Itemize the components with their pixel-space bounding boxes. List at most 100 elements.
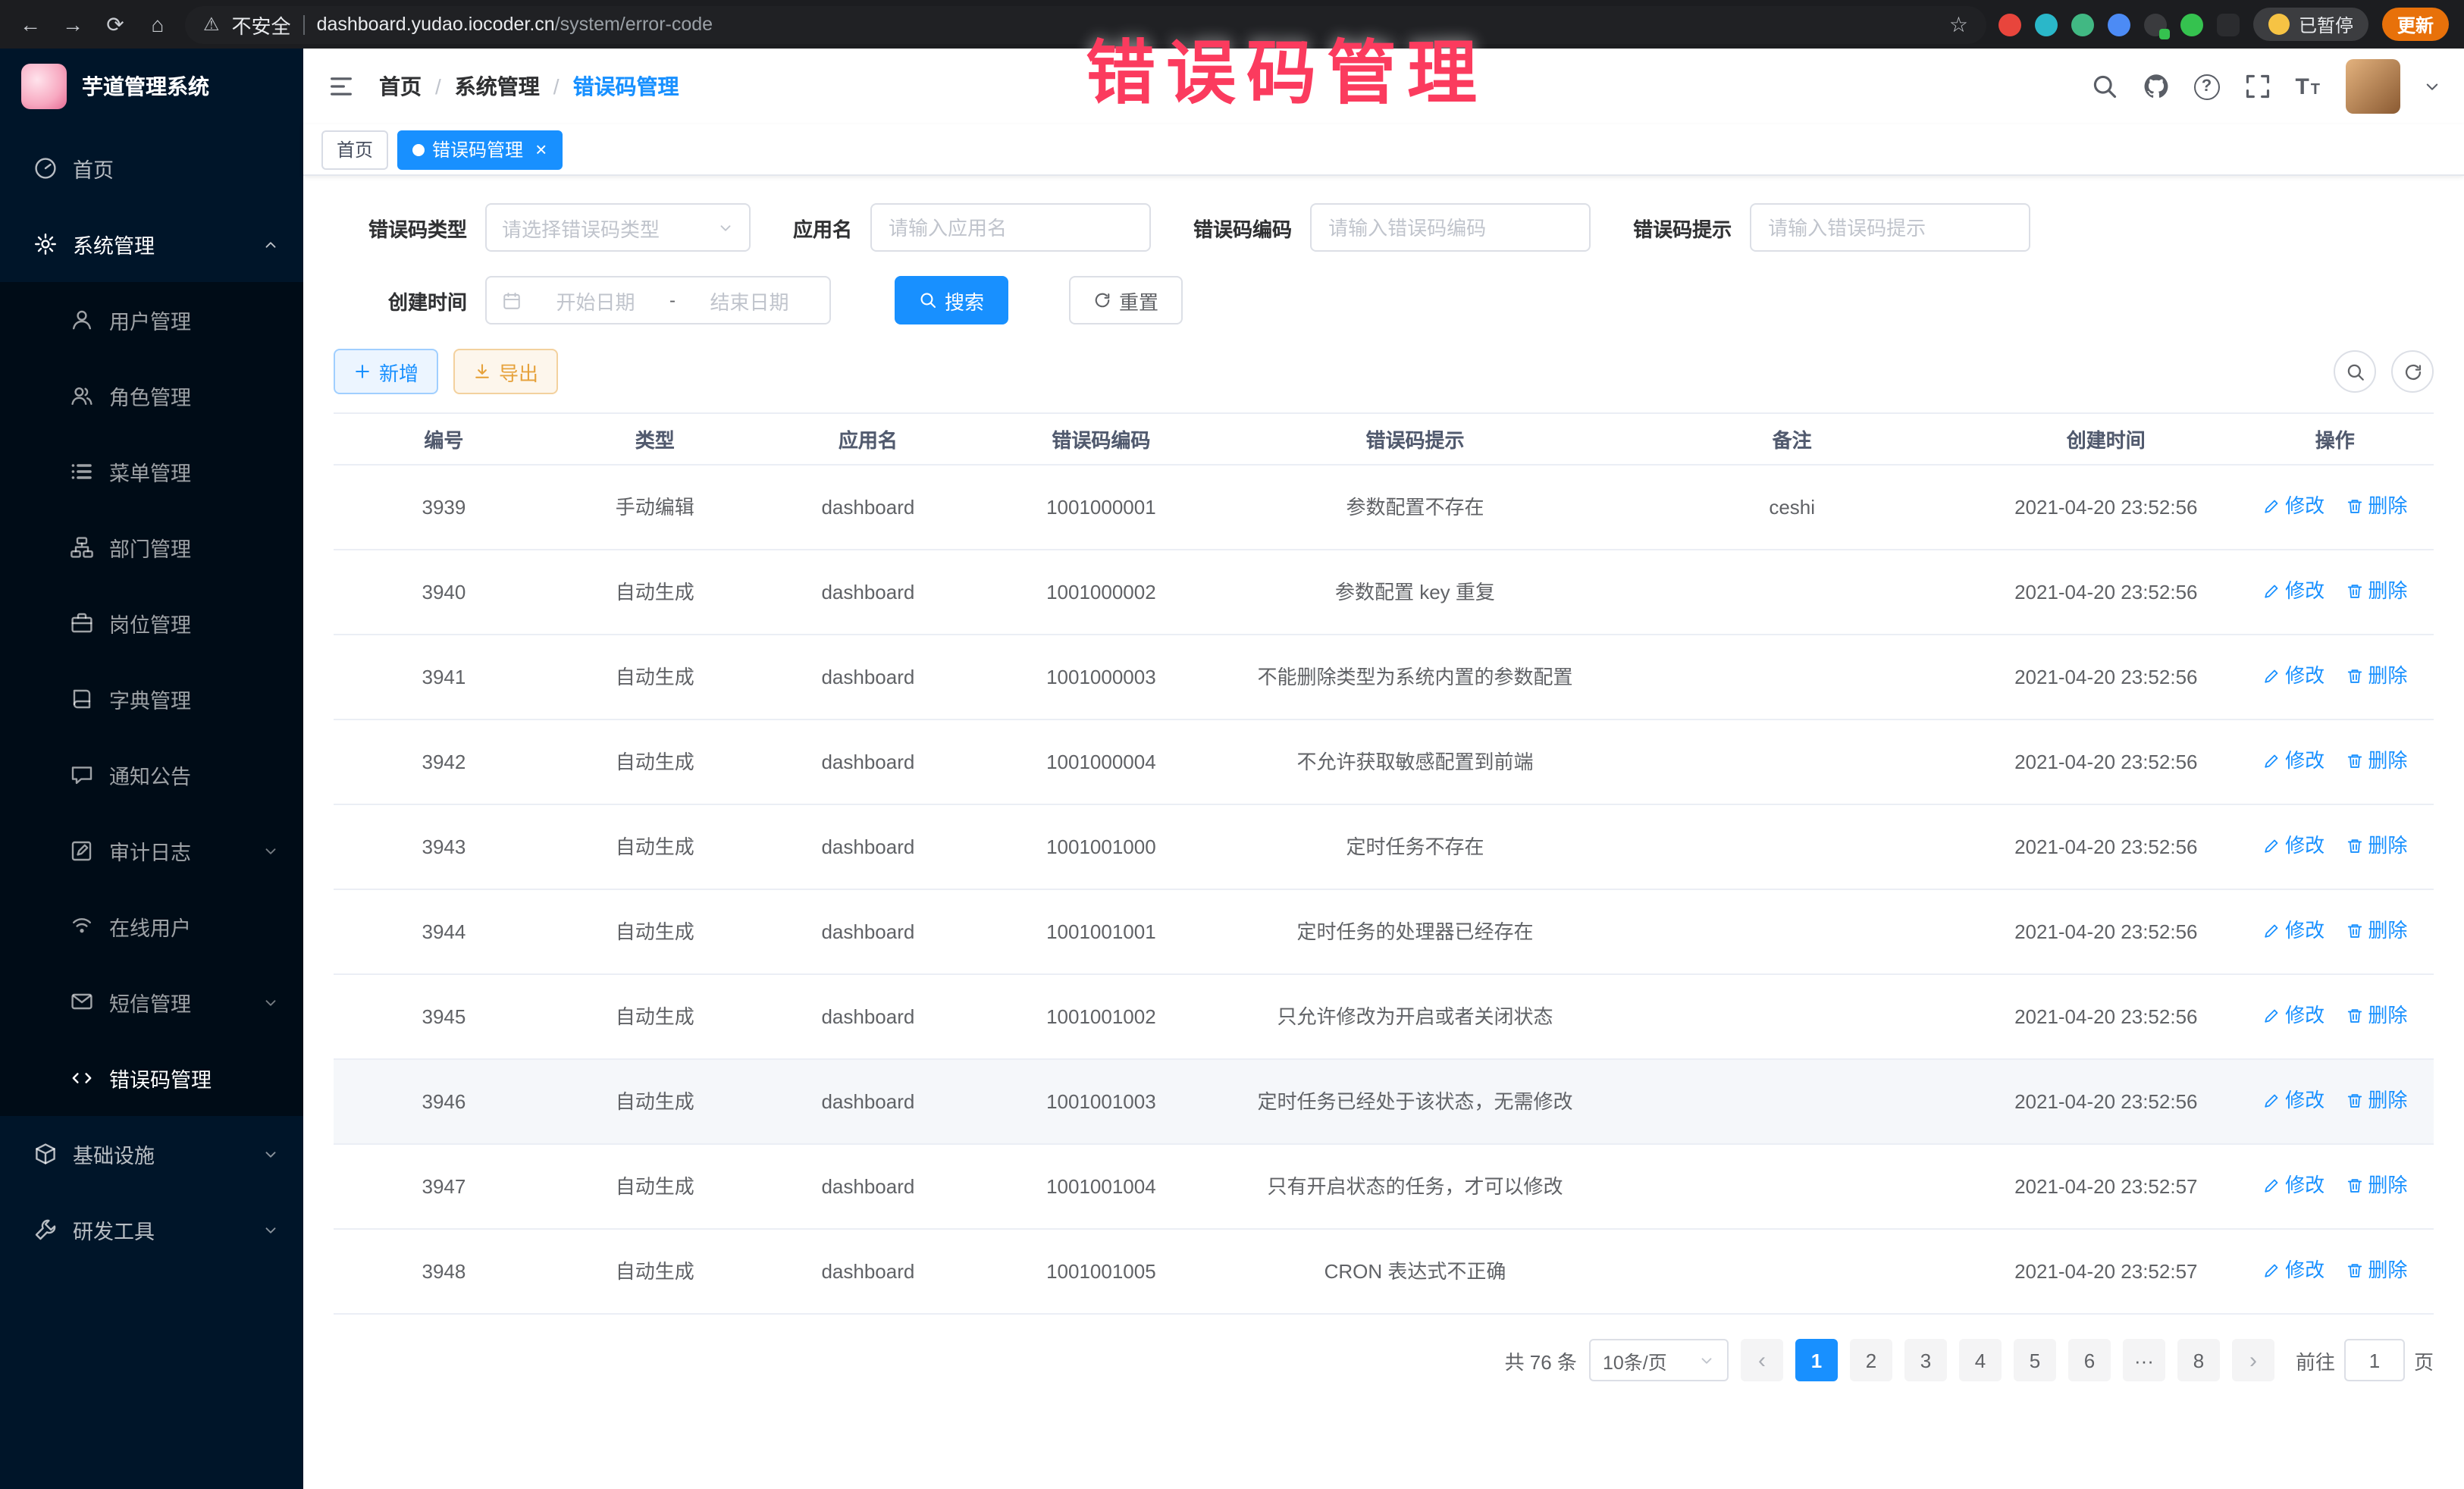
edit-link[interactable]: 修改	[2262, 1255, 2324, 1285]
tab-error-code[interactable]: 错误码管理×	[397, 130, 562, 169]
page-button-4[interactable]: 4	[1959, 1339, 2002, 1381]
reload-icon[interactable]: ⟳	[100, 11, 130, 37]
page-button-2[interactable]: 2	[1850, 1339, 1892, 1381]
delete-link[interactable]: 删除	[2345, 491, 2407, 521]
delete-link[interactable]: 删除	[2345, 1255, 2407, 1285]
chevron-up-icon	[262, 236, 279, 252]
more-pages-button[interactable]: ···	[2123, 1339, 2165, 1381]
sidebar-item-menus[interactable]: 菜单管理	[0, 434, 303, 509]
extension-icon[interactable]	[2108, 13, 2130, 36]
edit-link[interactable]: 修改	[2262, 1086, 2324, 1115]
update-button[interactable]: 更新	[2382, 8, 2449, 41]
edit-link[interactable]: 修改	[2262, 831, 2324, 860]
page-button-6[interactable]: 6	[2068, 1339, 2111, 1381]
export-button[interactable]: 导出	[453, 349, 558, 394]
extension-icon[interactable]	[2035, 13, 2058, 36]
extension-icon[interactable]	[2071, 13, 2094, 36]
sidebar-item-users[interactable]: 用户管理	[0, 282, 303, 358]
extension-icon[interactable]	[1998, 13, 2021, 36]
delete-link[interactable]: 删除	[2345, 661, 2407, 691]
page-button-1[interactable]: 1	[1795, 1339, 1838, 1381]
error-code-input[interactable]	[1310, 203, 1591, 252]
cell-time: 2021-04-20 23:52:56	[1976, 578, 2236, 607]
forward-icon[interactable]: →	[58, 12, 88, 36]
github-icon[interactable]	[2142, 73, 2169, 100]
sidebar-item-system-mgmt[interactable]: 系统管理	[0, 206, 303, 282]
sidebar-item-posts[interactable]: 岗位管理	[0, 585, 303, 661]
delete-link[interactable]: 删除	[2345, 831, 2407, 860]
extension-icon[interactable]	[2180, 13, 2203, 36]
cell-code: 1001001002	[980, 1002, 1222, 1032]
bookmark-star-icon[interactable]: ☆	[1949, 11, 1968, 37]
sidebar-item-departments[interactable]: 部门管理	[0, 509, 303, 585]
delete-link[interactable]: 删除	[2345, 1171, 2407, 1200]
delete-link[interactable]: 删除	[2345, 1086, 2407, 1115]
sidebar-item-error-code-mgmt[interactable]: 错误码管理	[0, 1040, 303, 1116]
edit-link[interactable]: 修改	[2262, 746, 2324, 776]
breadcrumb-section[interactable]: 系统管理	[455, 71, 540, 102]
breadcrumb-home[interactable]: 首页	[379, 71, 422, 102]
app-logo[interactable]: 芋道管理系统	[0, 49, 303, 124]
collapse-sidebar-icon[interactable]	[328, 73, 355, 100]
search-button[interactable]: 搜索	[895, 276, 1008, 324]
edit-link[interactable]: 修改	[2262, 576, 2324, 606]
sidebar-item-online-users[interactable]: 在线用户	[0, 889, 303, 964]
sidebar-item-sms-mgmt[interactable]: 短信管理	[0, 964, 303, 1040]
page-size-select[interactable]: 10条/页	[1589, 1339, 1729, 1381]
sidebar-item-home[interactable]: 首页	[0, 130, 303, 206]
url-text: dashboard.yudao.iocoder.cn/system/error-…	[317, 14, 713, 35]
sidebar-item-audit-log[interactable]: 审计日志	[0, 813, 303, 889]
next-page-button[interactable]: ›	[2232, 1339, 2274, 1381]
back-icon[interactable]: ←	[15, 12, 45, 36]
page-button-8[interactable]: 8	[2177, 1339, 2220, 1381]
edit-link[interactable]: 修改	[2262, 1171, 2324, 1200]
delete-link[interactable]: 删除	[2345, 576, 2407, 606]
cell-type: 自动生成	[554, 748, 756, 777]
edit-link[interactable]: 修改	[2262, 661, 2324, 691]
error-hint-input[interactable]	[1750, 203, 2030, 252]
edit-link[interactable]: 修改	[2262, 1001, 2324, 1030]
caret-down-icon[interactable]	[2425, 79, 2440, 94]
users-icon	[70, 384, 94, 408]
font-size-icon[interactable]: TT	[2295, 74, 2321, 99]
profile-paused-pill[interactable]: 已暂停	[2253, 8, 2368, 41]
trash-icon	[2345, 836, 2363, 854]
cube-icon	[33, 1142, 58, 1166]
delete-link[interactable]: 删除	[2345, 916, 2407, 945]
delete-link[interactable]: 删除	[2345, 1001, 2407, 1030]
tab-home[interactable]: 首页	[321, 130, 388, 169]
add-button[interactable]: 新增	[334, 349, 438, 394]
goto-prefix: 前往	[2296, 1346, 2335, 1375]
page-button-5[interactable]: 5	[2014, 1339, 2056, 1381]
extension-icon[interactable]	[2217, 13, 2240, 36]
cell-hint: 定时任务不存在	[1222, 832, 1609, 862]
cell-hint: 定时任务已经处于该状态，无需修改	[1222, 1087, 1609, 1117]
page-button-3[interactable]: 3	[1904, 1339, 1947, 1381]
reset-button[interactable]: 重置	[1069, 276, 1183, 324]
sidebar-item-dev-tools[interactable]: 研发工具	[0, 1192, 303, 1268]
search-icon[interactable]	[2090, 73, 2118, 100]
prev-page-button[interactable]: ‹	[1741, 1339, 1783, 1381]
sidebar-item-notices[interactable]: 通知公告	[0, 737, 303, 813]
date-range-picker[interactable]: 开始日期 - 结束日期	[485, 276, 831, 324]
sidebar-item-dictionary[interactable]: 字典管理	[0, 661, 303, 737]
sidebar-item-roles[interactable]: 角色管理	[0, 358, 303, 434]
app-name-input[interactable]	[870, 203, 1151, 252]
toggle-search-button[interactable]	[2334, 350, 2376, 393]
calendar-icon	[502, 290, 522, 310]
fullscreen-icon[interactable]	[2243, 73, 2271, 100]
edit-link[interactable]: 修改	[2262, 491, 2324, 521]
sidebar-item-infrastructure[interactable]: 基础设施	[0, 1116, 303, 1192]
help-icon[interactable]: ?	[2193, 74, 2219, 99]
refresh-table-button[interactable]	[2391, 350, 2434, 393]
close-tab-icon[interactable]: ×	[535, 138, 547, 161]
cell-time: 2021-04-20 23:52:56	[1976, 663, 2236, 692]
edit-link[interactable]: 修改	[2262, 916, 2324, 945]
home-icon[interactable]: ⌂	[143, 12, 173, 36]
extension-icon[interactable]	[2144, 13, 2167, 36]
error-type-select[interactable]: 请选择错误码类型	[485, 203, 751, 252]
overlay-annotation: 错误码管理	[1086, 18, 1487, 118]
user-avatar[interactable]	[2346, 59, 2400, 114]
delete-link[interactable]: 删除	[2345, 746, 2407, 776]
goto-page-input[interactable]	[2344, 1339, 2405, 1381]
